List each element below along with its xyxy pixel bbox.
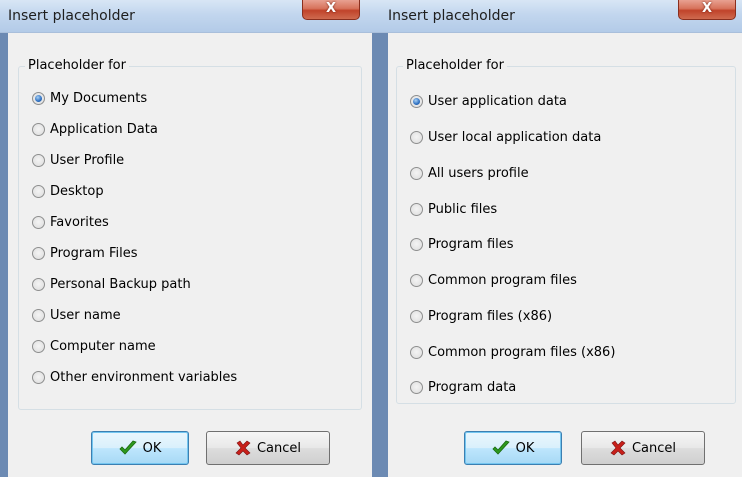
radio-button-icon[interactable] (410, 130, 423, 144)
radio-label: Other environment variables (50, 369, 238, 385)
close-icon: X (325, 1, 337, 16)
radio-public-files[interactable]: Public files (410, 200, 497, 218)
close-button[interactable]: X (678, 0, 736, 20)
radio-button-icon[interactable] (32, 339, 45, 353)
radio-label: Favorites (50, 214, 109, 230)
radio-personal-backup-path[interactable]: Personal Backup path (32, 275, 191, 293)
dialog-left: Insert placeholder X Placeholder for My … (0, 0, 380, 477)
radio-label: Common program files (x86) (428, 344, 616, 360)
radio-computer-name[interactable]: Computer name (32, 337, 156, 355)
cancel-button[interactable]: Cancel (206, 431, 330, 465)
radio-button-icon[interactable] (410, 309, 423, 323)
cancel-label: Cancel (256, 440, 302, 456)
placeholder-groupbox: Placeholder for User application data Us… (396, 58, 736, 404)
radio-label: Common program files (428, 272, 577, 288)
x-cross-icon (610, 440, 626, 456)
radio-button-icon[interactable] (410, 166, 423, 180)
radio-favorites[interactable]: Favorites (32, 213, 109, 231)
radio-label: Application Data (50, 121, 158, 137)
ok-label: OK (142, 440, 162, 456)
radio-user-local-application-data[interactable]: User local application data (410, 128, 601, 146)
dialog-right: Insert placeholder X Placeholder for Use… (380, 0, 742, 477)
radio-button-icon[interactable] (32, 246, 45, 260)
radio-user-profile[interactable]: User Profile (32, 151, 124, 169)
group-label: Placeholder for (403, 58, 507, 73)
radio-label: All users profile (428, 165, 529, 181)
radio-button-icon[interactable] (32, 91, 45, 105)
dialog-client-area: Placeholder for My Documents Application… (8, 33, 372, 477)
radio-label: Computer name (50, 338, 156, 354)
radio-label: My Documents (50, 90, 148, 106)
ok-label: OK (515, 440, 535, 456)
window-title: Insert placeholder (388, 8, 515, 24)
group-label: Placeholder for (25, 58, 129, 73)
title-bar[interactable]: Insert placeholder X (380, 0, 742, 33)
radio-my-documents[interactable]: My Documents (32, 89, 147, 107)
radio-label: User Profile (50, 152, 125, 168)
radio-label: Public files (428, 201, 498, 217)
radio-label: Desktop (50, 183, 104, 199)
radio-program-files-x86[interactable]: Program files (x86) (410, 307, 552, 325)
close-button[interactable]: X (302, 0, 360, 20)
radio-button-icon[interactable] (410, 380, 423, 394)
ok-button[interactable]: OK (464, 431, 562, 465)
cancel-label: Cancel (631, 440, 677, 456)
radio-button-icon[interactable] (32, 277, 45, 291)
radio-button-icon[interactable] (32, 215, 45, 229)
radio-button-icon[interactable] (32, 308, 45, 322)
radio-program-data[interactable]: Program data (410, 378, 516, 396)
radio-button-icon[interactable] (410, 237, 423, 251)
radio-label: Program Files (50, 245, 138, 261)
radio-common-program-files[interactable]: Common program files (410, 271, 577, 289)
radio-button-icon[interactable] (410, 273, 423, 287)
x-cross-icon (235, 440, 251, 456)
placeholder-groupbox: Placeholder for My Documents Application… (18, 58, 362, 410)
checkmark-icon (119, 440, 137, 455)
radio-button-icon[interactable] (410, 94, 423, 108)
title-bar[interactable]: Insert placeholder X (0, 0, 380, 33)
ok-button[interactable]: OK (91, 431, 189, 465)
radio-button-icon[interactable] (410, 202, 423, 216)
radio-label: Program files (428, 236, 514, 252)
radio-button-icon[interactable] (32, 370, 45, 384)
radio-application-data[interactable]: Application Data (32, 120, 158, 138)
close-icon: X (701, 1, 713, 16)
radio-other-environment-variables[interactable]: Other environment variables (32, 368, 237, 386)
radio-user-name[interactable]: User name (32, 306, 121, 324)
radio-user-application-data[interactable]: User application data (410, 92, 567, 110)
radio-program-files[interactable]: Program Files (32, 244, 138, 262)
radio-all-users-profile[interactable]: All users profile (410, 164, 529, 182)
cancel-button[interactable]: Cancel (581, 431, 705, 465)
radio-button-icon[interactable] (32, 122, 45, 136)
radio-label: Program data (428, 379, 517, 395)
window-title: Insert placeholder (8, 8, 135, 24)
radio-button-icon[interactable] (32, 153, 45, 167)
radio-label: User local application data (428, 129, 602, 145)
radio-label: Personal Backup path (50, 276, 191, 292)
radio-label: User name (50, 307, 121, 323)
checkmark-icon (492, 440, 510, 455)
radio-button-icon[interactable] (410, 345, 423, 359)
radio-desktop[interactable]: Desktop (32, 182, 104, 200)
radio-program-files[interactable]: Program files (410, 235, 514, 253)
radio-common-program-files-x86[interactable]: Common program files (x86) (410, 343, 615, 361)
radio-button-icon[interactable] (32, 184, 45, 198)
radio-label: Program files (x86) (428, 308, 553, 324)
dialog-client-area: Placeholder for User application data Us… (388, 33, 742, 477)
radio-label: User application data (428, 93, 567, 109)
